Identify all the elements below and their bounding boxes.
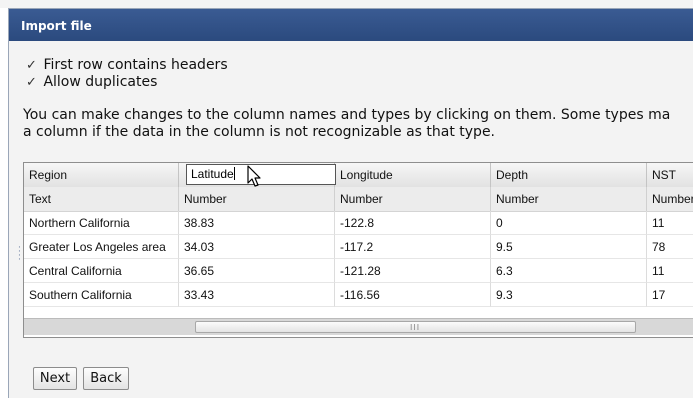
table-cell: 0 <box>491 211 647 235</box>
table-cell: -117.2 <box>335 235 491 259</box>
table-cell: 6.3 <box>491 259 647 283</box>
table-cell: 9.5 <box>491 235 647 259</box>
background-window <box>0 0 693 8</box>
instructions-line-2: a column if the data in the column is no… <box>23 124 496 140</box>
table-cell: 9.3 <box>491 283 647 307</box>
checkbox-checked-icon[interactable]: ✓ <box>26 75 39 90</box>
text-caret <box>233 167 235 180</box>
mouse-pointer-icon <box>247 165 261 187</box>
table-row: Greater Los Angeles area 34.03 -117.2 9.… <box>24 235 693 259</box>
table-cell: Greater Los Angeles area <box>24 235 179 259</box>
table-cell: 11 <box>647 211 693 235</box>
column-header-nst[interactable]: NST <box>647 163 693 187</box>
grip-icon: III <box>410 323 421 332</box>
instructions-text: You can make changes to the column names… <box>23 107 693 141</box>
back-button[interactable]: Back <box>83 367 129 390</box>
instructions-line-1: You can make changes to the column names… <box>23 107 671 123</box>
first-row-headers-label: First row contains headers <box>43 57 228 73</box>
column-type-depth[interactable]: Number <box>491 187 647 211</box>
column-type-nst[interactable]: Number <box>647 187 693 211</box>
column-header-longitude[interactable]: Longitude <box>335 163 491 187</box>
table-row: Central California 36.65 -121.28 6.3 11 <box>24 259 693 283</box>
allow-duplicates-label: Allow duplicates <box>43 74 158 90</box>
column-header-depth[interactable]: Depth <box>491 163 647 187</box>
table-cell: -116.56 <box>335 283 491 307</box>
dialog-titlebar[interactable]: Import file <box>9 9 693 41</box>
table-cell: Southern California <box>24 283 179 307</box>
table-cell: 34.03 <box>179 235 335 259</box>
column-type-region[interactable]: Text <box>24 187 179 211</box>
table-row: Southern California 33.43 -116.56 9.3 17 <box>24 283 693 307</box>
column-name-edit-value: Latitude <box>191 167 234 181</box>
table-cell: -121.28 <box>335 259 491 283</box>
table-row: Northern California 38.83 -122.8 0 11 <box>24 211 693 235</box>
table-cell: -122.8 <box>335 211 491 235</box>
header-row: Region Longitude Depth NST Latitude <box>24 163 693 188</box>
table-cell: 17 <box>647 283 693 307</box>
next-button[interactable]: Next <box>33 367 77 390</box>
allow-duplicates-option[interactable]: ✓ Allow duplicates <box>26 74 157 90</box>
table-cell: 33.43 <box>179 283 335 307</box>
dialog-title: Import file <box>21 19 92 33</box>
table-cell: Central California <box>24 259 179 283</box>
side-resize-grip-icon[interactable]: · · · · <box>18 244 21 265</box>
data-preview-grid: Region Longitude Depth NST Latitude Text… <box>23 162 693 338</box>
table-cell: 38.83 <box>179 211 335 235</box>
table-cell: 11 <box>647 259 693 283</box>
first-row-headers-option[interactable]: ✓ First row contains headers <box>26 57 228 73</box>
column-type-latitude[interactable]: Number <box>179 187 335 211</box>
scrollbar-thumb[interactable]: III <box>195 321 636 333</box>
checkbox-checked-icon[interactable]: ✓ <box>26 58 39 73</box>
column-type-longitude[interactable]: Number <box>335 187 491 211</box>
table-cell: Northern California <box>24 211 179 235</box>
table-cell: 36.65 <box>179 259 335 283</box>
column-header-region[interactable]: Region <box>24 163 179 187</box>
horizontal-scrollbar[interactable]: III <box>24 318 693 335</box>
import-file-dialog: Import file ✓ First row contains headers… <box>8 8 693 398</box>
type-row: Text Number Number Number Number <box>24 187 693 212</box>
table-cell: 78 <box>647 235 693 259</box>
